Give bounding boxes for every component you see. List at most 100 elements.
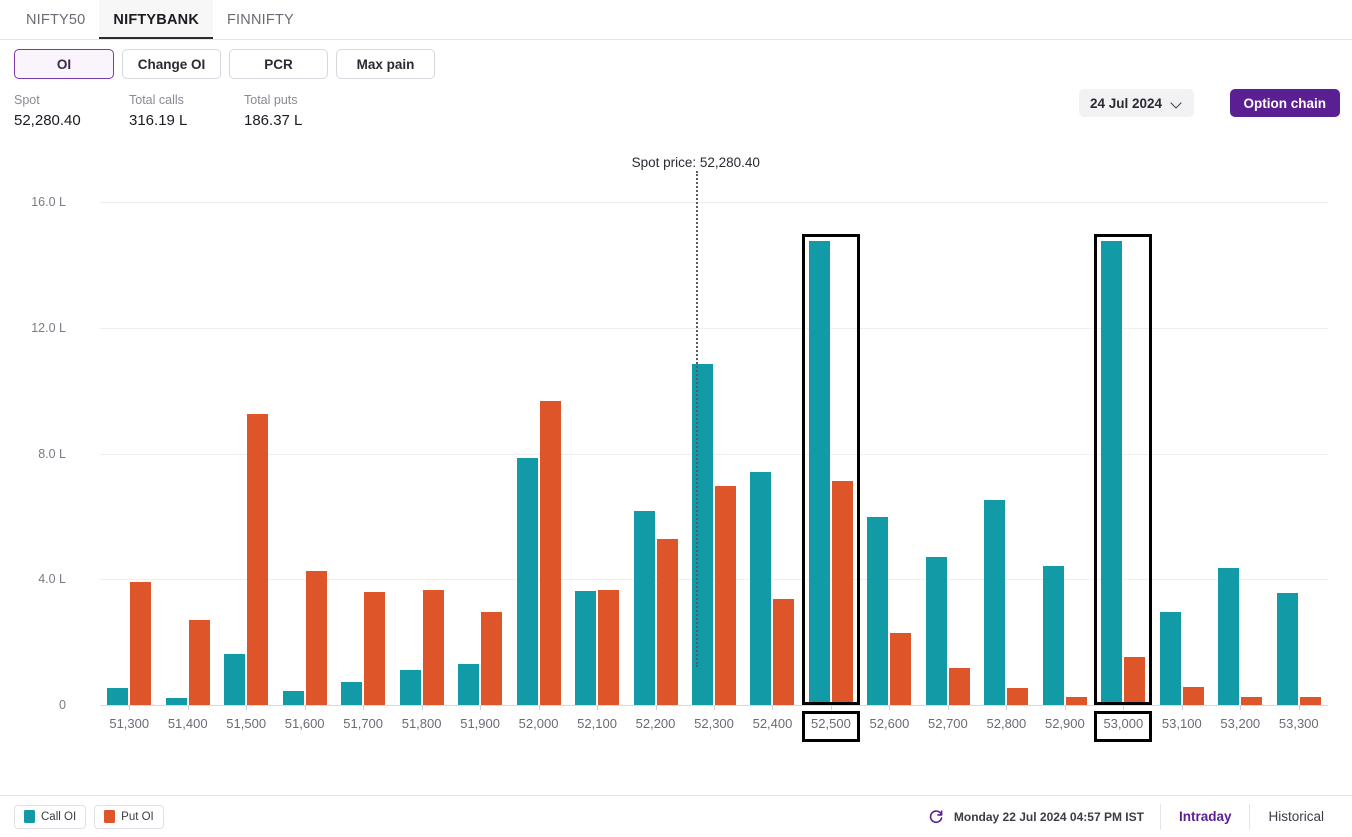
- bar-call-oi[interactable]: [984, 499, 1006, 705]
- bar-put-oi[interactable]: [1182, 687, 1204, 705]
- x-axis-label[interactable]: 51,400: [168, 716, 208, 731]
- legend-swatch: [24, 810, 35, 823]
- metric-button-oi[interactable]: OI: [14, 49, 114, 79]
- y-axis-tick-label: 4.0 L: [38, 572, 66, 587]
- metric-button-change-oi[interactable]: Change OI: [122, 49, 221, 79]
- x-axis-label[interactable]: 51,700: [343, 716, 383, 731]
- bar-put-oi[interactable]: [1299, 697, 1321, 705]
- x-axis-label[interactable]: 52,600: [870, 716, 910, 731]
- stat-value: 52,280.40: [14, 112, 81, 129]
- x-axis-tick: [714, 705, 715, 710]
- option-chain-button[interactable]: Option chain: [1229, 89, 1340, 117]
- bar-call-oi[interactable]: [1218, 567, 1240, 705]
- bar-put-oi[interactable]: [773, 598, 795, 705]
- expiry-date-dropdown[interactable]: 24 Jul 2024: [1078, 89, 1194, 117]
- bar-put-oi[interactable]: [656, 539, 678, 705]
- metric-toolbar: Max pain PCR Change OI OI 24 Jul 2024 Optio…: [0, 40, 1352, 117]
- x-axis-label[interactable]: 53,200: [1220, 716, 1260, 731]
- stat-label: Spot: [14, 93, 40, 107]
- bar-call-oi[interactable]: [925, 557, 947, 705]
- x-axis-tick: [480, 705, 482, 710]
- highlight-box-label-53000: [1094, 711, 1153, 742]
- x-axis-tick: [772, 705, 774, 710]
- bar-put-oi[interactable]: [598, 590, 620, 705]
- tab-nifty50[interactable]: NIFTY50: [12, 0, 99, 39]
- bar-put-oi[interactable]: [539, 401, 561, 705]
- x-axis-tick: [1240, 705, 1242, 710]
- x-axis-label[interactable]: 51,800: [402, 716, 442, 731]
- x-axis-label[interactable]: 53,100: [1162, 716, 1202, 731]
- x-axis-label[interactable]: 52,900: [1045, 716, 1085, 731]
- tab-niftybank[interactable]: NIFTYBANK: [99, 0, 213, 39]
- x-axis-label[interactable]: 52,700: [928, 716, 968, 731]
- tab-label: NIFTYBANK: [113, 11, 199, 28]
- x-axis-label[interactable]: 51,300: [109, 716, 149, 731]
- last-updated-timestamp: Monday 22 Jul 2024 04:57 PM IST: [953, 809, 1144, 824]
- bar-call-oi[interactable]: [575, 591, 597, 705]
- bar-put-oi[interactable]: [890, 633, 912, 705]
- highlight-box-label-52500: [801, 711, 860, 742]
- bar-call-oi[interactable]: [1159, 612, 1181, 705]
- bar-put-oi[interactable]: [948, 668, 970, 705]
- legend-item-call-oi[interactable]: Call OI: [14, 804, 87, 829]
- chart-footer: Call OI Put OI Monday 22 Jul 2024 04:57 P…: [0, 795, 1352, 837]
- x-axis-tick: [1123, 705, 1125, 710]
- bar-call-oi[interactable]: [107, 687, 129, 705]
- bar-put-oi[interactable]: [715, 485, 736, 705]
- bar-call-oi[interactable]: [224, 654, 246, 705]
- bar-put-oi[interactable]: [130, 581, 152, 705]
- refresh-icon[interactable]: [928, 809, 944, 825]
- metric-button-max-pain[interactable]: Max pain: [336, 49, 435, 79]
- y-axis-tick-label: 8.0 L: [38, 446, 66, 461]
- bar-call-oi[interactable]: [341, 681, 363, 705]
- bar-call-oi[interactable]: [516, 457, 538, 705]
- x-axis-tick: [1006, 705, 1008, 710]
- x-axis-label[interactable]: 52,300: [694, 716, 734, 731]
- x-axis-label[interactable]: 51,500: [226, 716, 266, 731]
- x-axis-label[interactable]: 52,400: [753, 716, 793, 731]
- bar-call-oi[interactable]: [282, 690, 304, 705]
- index-tabbar: NIFTY50 NIFTYBANK FINNIFTY: [0, 0, 1352, 40]
- legend-item-put-oi[interactable]: Put OI: [94, 804, 164, 829]
- bar-call-oi[interactable]: [1276, 593, 1298, 705]
- bar-put-oi[interactable]: [1065, 697, 1087, 705]
- bar-call-oi[interactable]: [399, 669, 421, 705]
- bar-put-oi[interactable]: [422, 590, 444, 705]
- x-axis-tick: [1181, 705, 1183, 710]
- summary-stats: Spot 52,280.40 Total calls 316.19 L Total pu…: [14, 92, 359, 132]
- x-axis-label[interactable]: 51,600: [285, 716, 325, 731]
- x-axis-label[interactable]: 51,900: [460, 716, 500, 731]
- x-axis-tick: [538, 705, 540, 710]
- highlight-box-52500: [801, 233, 860, 705]
- y-axis-tick-label: 16.0 L: [31, 195, 66, 210]
- bar-call-oi[interactable]: [633, 511, 655, 705]
- highlight-box-53000: [1094, 233, 1153, 705]
- footer-tab-historical[interactable]: Historical: [1249, 803, 1342, 830]
- metric-button-pcr[interactable]: PCR: [229, 49, 328, 79]
- x-axis-label[interactable]: 52,000: [519, 716, 559, 731]
- bar-call-oi[interactable]: [750, 471, 772, 705]
- x-axis-label[interactable]: 52,800: [986, 716, 1026, 731]
- bar-put-oi[interactable]: [1007, 688, 1029, 705]
- tab-finnifty[interactable]: FINNIFTY: [213, 0, 308, 39]
- bar-call-oi[interactable]: [1042, 565, 1064, 705]
- x-axis-label[interactable]: 52,200: [636, 716, 676, 731]
- x-axis-label[interactable]: 52,100: [577, 716, 617, 731]
- stat-label: Total calls: [129, 93, 184, 107]
- x-axis-label[interactable]: 53,300: [1279, 716, 1319, 731]
- option-oi-page: NIFTY50 NIFTYBANK FINNIFTY Max pain PCR Chan…: [0, 0, 1352, 837]
- bar-call-oi[interactable]: [867, 516, 889, 705]
- bar-call-oi[interactable]: [165, 698, 187, 705]
- footer-right: Monday 22 Jul 2024 04:57 PM IST Intraday…: [928, 796, 1352, 837]
- stat-spot: Spot 52,280.40: [14, 92, 129, 132]
- bar-put-oi[interactable]: [188, 620, 210, 705]
- bar-put-oi[interactable]: [305, 571, 327, 705]
- bar-put-oi[interactable]: [247, 413, 269, 705]
- bar-put-oi[interactable]: [364, 591, 386, 705]
- stat-total-calls: Total calls 316.19 L: [129, 92, 244, 132]
- footer-tab-intraday[interactable]: Intraday: [1161, 804, 1250, 830]
- bar-put-oi[interactable]: [481, 612, 503, 705]
- bar-call-oi[interactable]: [458, 664, 480, 705]
- bar-put-oi[interactable]: [1241, 696, 1263, 705]
- chevron-down-icon: [1172, 98, 1183, 109]
